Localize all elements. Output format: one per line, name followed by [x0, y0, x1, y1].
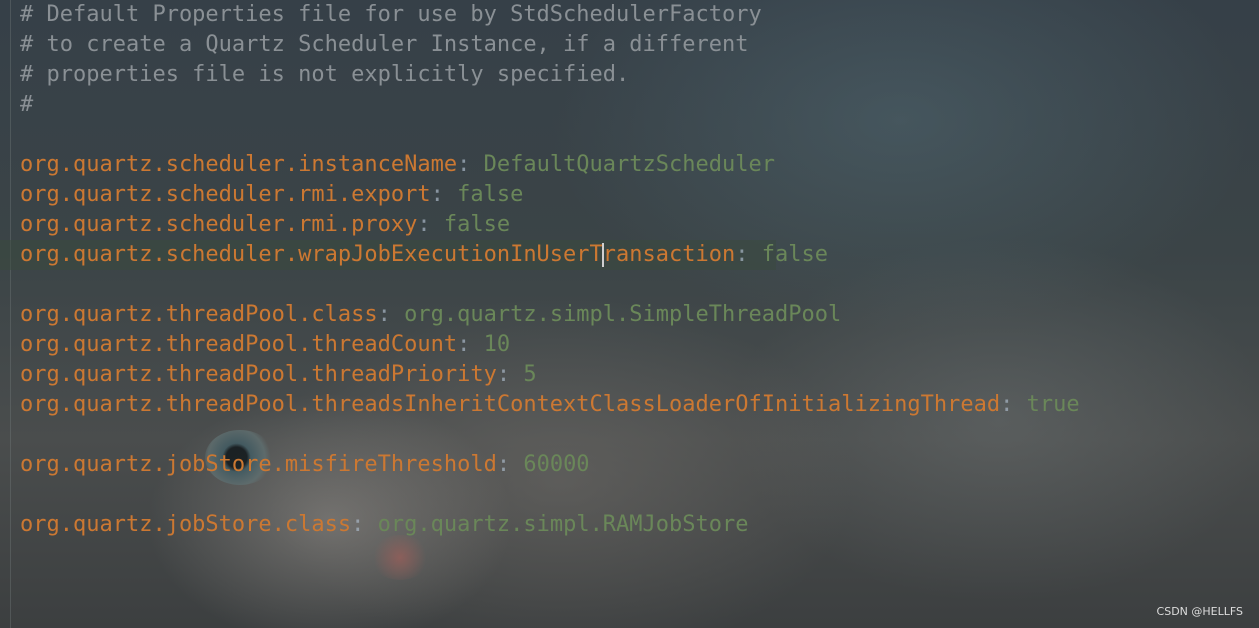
property-line[interactable]: org.quartz.scheduler.rmi.export: false: [20, 180, 1259, 210]
property-line-current[interactable]: org.quartz.scheduler.wrapJobExecutionInU…: [0, 240, 1259, 270]
property-line[interactable]: org.quartz.threadPool.threadPriority: 5: [20, 360, 1259, 390]
property-value: DefaultQuartzScheduler: [483, 152, 775, 177]
separator: :: [377, 302, 405, 327]
property-line[interactable]: org.quartz.jobStore.misfireThreshold: 60…: [20, 450, 1259, 480]
property-key: org.quartz.jobStore.misfireThreshold: [20, 452, 497, 477]
background-cat-nose: [370, 535, 430, 580]
code-line[interactable]: # properties file is not explicitly spec…: [20, 60, 1259, 90]
code-line[interactable]: # Default Properties file for use by Std…: [20, 0, 1259, 30]
property-key: org.quartz.threadPool.threadCount: [20, 332, 458, 357]
property-value: true: [1026, 392, 1080, 417]
comment-text: # to create a Quartz Scheduler Instance,…: [20, 32, 749, 57]
property-value: false: [443, 212, 511, 237]
property-key: org.quartz.scheduler.wrapJobExecutionInU…: [20, 242, 603, 267]
separator: :: [430, 182, 458, 207]
separator: :: [351, 512, 378, 537]
property-value: 10: [483, 332, 511, 357]
separator: :: [457, 152, 484, 177]
separator: :: [496, 452, 524, 477]
empty-line[interactable]: [20, 480, 1259, 510]
empty-line[interactable]: [20, 270, 1259, 300]
editor-gutter: [0, 0, 11, 628]
property-line[interactable]: org.quartz.scheduler.rmi.proxy: false: [20, 210, 1259, 240]
property-value: org.quartz.simpl.SimpleThreadPool: [404, 302, 842, 327]
csdn-watermark: CSDN @HELLFS: [1156, 605, 1243, 618]
empty-line[interactable]: [20, 120, 1259, 150]
separator: :: [1000, 392, 1027, 417]
separator: :: [496, 362, 524, 387]
code-line[interactable]: # to create a Quartz Scheduler Instance,…: [20, 30, 1259, 60]
separator: :: [735, 242, 762, 267]
property-key-rest: ransaction: [602, 242, 736, 267]
property-key: org.quartz.threadPool.threadPriority: [20, 362, 497, 387]
comment-text: #: [20, 92, 34, 117]
property-key: org.quartz.scheduler.rmi.export: [20, 182, 431, 207]
empty-line[interactable]: [20, 420, 1259, 450]
property-value: 5: [523, 362, 537, 387]
property-key: org.quartz.jobStore.class: [20, 512, 352, 537]
property-line[interactable]: org.quartz.threadPool.threadsInheritCont…: [20, 390, 1259, 420]
separator: :: [417, 212, 444, 237]
property-line[interactable]: org.quartz.threadPool.class: org.quartz.…: [20, 300, 1259, 330]
property-key: org.quartz.scheduler.instanceName: [20, 152, 458, 177]
comment-text: # properties file is not explicitly spec…: [20, 62, 630, 87]
code-line[interactable]: #: [20, 90, 1259, 120]
comment-text: # Default Properties file for use by Std…: [20, 2, 762, 27]
property-key: org.quartz.threadPool.class: [20, 302, 378, 327]
property-key: org.quartz.scheduler.rmi.proxy: [20, 212, 418, 237]
property-value: false: [457, 182, 524, 207]
code-editor[interactable]: # Default Properties file for use by Std…: [0, 0, 1259, 540]
property-value: 60000: [523, 452, 590, 477]
property-line[interactable]: org.quartz.jobStore.class: org.quartz.si…: [20, 510, 1259, 540]
property-value: false: [761, 242, 828, 267]
property-line[interactable]: org.quartz.scheduler.instanceName: Defau…: [20, 150, 1259, 180]
separator: :: [457, 332, 484, 357]
property-key: org.quartz.threadPool.threadsInheritCont…: [20, 392, 1001, 417]
property-value: org.quartz.simpl.RAMJobStore: [377, 512, 749, 537]
property-line[interactable]: org.quartz.threadPool.threadCount: 10: [20, 330, 1259, 360]
